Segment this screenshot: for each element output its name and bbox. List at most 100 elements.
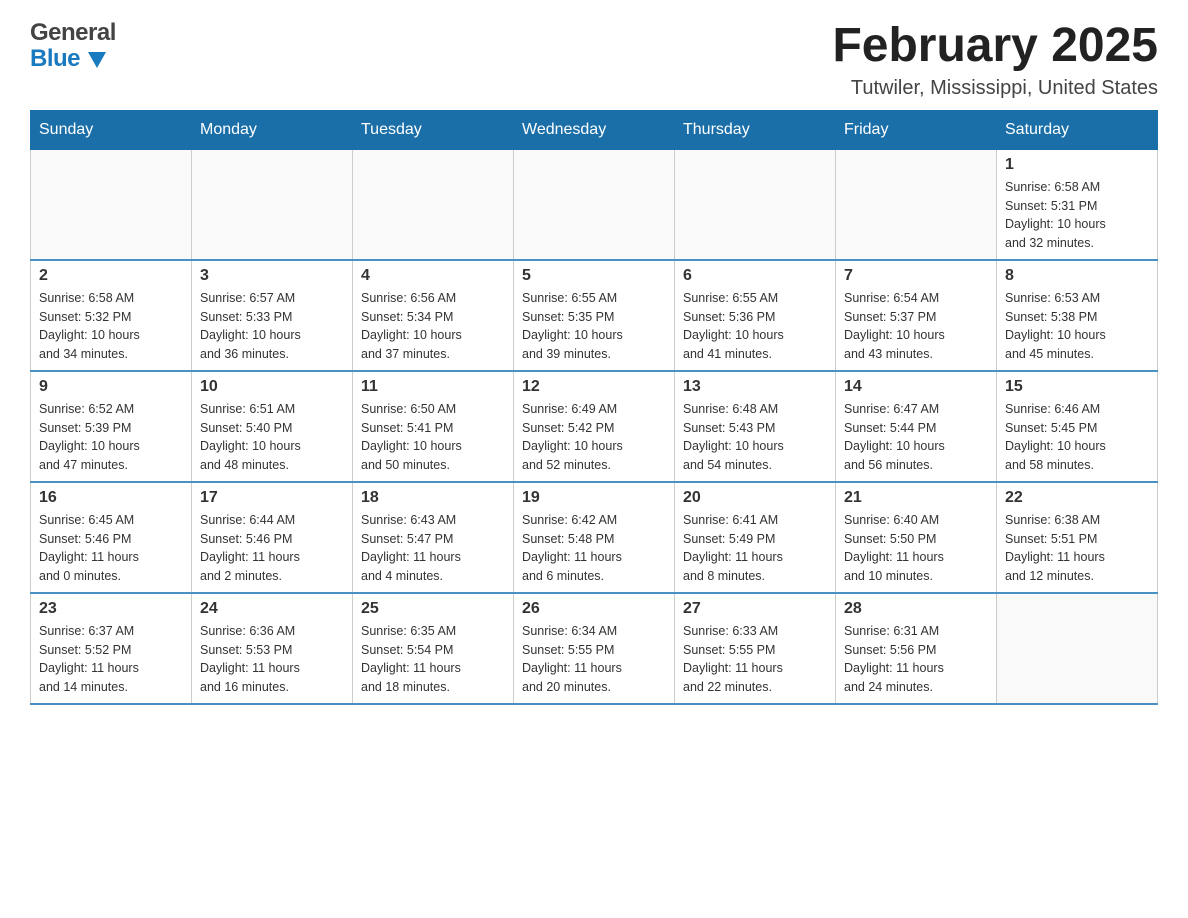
calendar-cell: 5Sunrise: 6:55 AM Sunset: 5:35 PM Daylig… (514, 260, 675, 371)
day-info: Sunrise: 6:58 AM Sunset: 5:31 PM Dayligh… (1005, 178, 1149, 253)
day-info: Sunrise: 6:37 AM Sunset: 5:52 PM Dayligh… (39, 622, 183, 697)
weekday-header-saturday: Saturday (997, 110, 1158, 149)
calendar-cell: 12 Sunrise: 6:49 AM Sunset: 5:42 PM Dayli… (514, 371, 675, 482)
weekday-header-wednesday: Wednesday (514, 110, 675, 149)
calendar-cell (997, 593, 1158, 704)
day-number: 25 (361, 600, 505, 618)
day-info: Sunrise: 6:31 AM Sunset: 5:56 PM Dayligh… (844, 622, 988, 697)
calendar-cell: 13Sunrise: 6:48 AM Sunset: 5:43 PM Dayli… (675, 371, 836, 482)
day-number: 22 (1005, 489, 1149, 507)
calendar-cell: 24 Sunrise: 6:36 AM Sunset: 5:53 PM Dayli… (192, 593, 353, 704)
calendar-cell: 27 Sunrise: 6:33 AM Sunset: 5:55 PM Dayli… (675, 593, 836, 704)
day-info: Sunrise: 6:38 AM Sunset: 5:51 PM Dayligh… (1005, 511, 1149, 586)
day-info: Sunrise: 6:57 AM Sunset: 5:33 PM Dayligh… (200, 289, 344, 364)
day-info: Sunrise: 6:47 AM Sunset: 5:44 PM Dayligh… (844, 400, 988, 475)
calendar-cell: 26Sunrise: 6:34 AM Sunset: 5:55 PM Dayli… (514, 593, 675, 704)
calendar-cell (836, 149, 997, 260)
calendar-cell: 19 Sunrise: 6:42 AM Sunset: 5:48 PM Dayli… (514, 482, 675, 593)
day-info: Sunrise: 6:43 AM Sunset: 5:47 PM Dayligh… (361, 511, 505, 586)
calendar-cell: 11 Sunrise: 6:50 AM Sunset: 5:41 PM Dayli… (353, 371, 514, 482)
calendar-cell: 18 Sunrise: 6:43 AM Sunset: 5:47 PM Dayli… (353, 482, 514, 593)
calendar-cell (31, 149, 192, 260)
day-number: 2 (39, 267, 183, 285)
day-number: 21 (844, 489, 988, 507)
calendar-week-1: 1Sunrise: 6:58 AM Sunset: 5:31 PM Daylig… (31, 149, 1158, 260)
weekday-header-thursday: Thursday (675, 110, 836, 149)
calendar-cell: 9 Sunrise: 6:52 AM Sunset: 5:39 PM Daylig… (31, 371, 192, 482)
calendar-cell: 23 Sunrise: 6:37 AM Sunset: 5:52 PM Dayli… (31, 593, 192, 704)
day-number: 27 (683, 600, 827, 618)
day-info: Sunrise: 6:55 AM Sunset: 5:35 PM Dayligh… (522, 289, 666, 364)
day-info: Sunrise: 6:44 AM Sunset: 5:46 PM Dayligh… (200, 511, 344, 586)
calendar-cell: 2 Sunrise: 6:58 AM Sunset: 5:32 PM Daylig… (31, 260, 192, 371)
day-number: 19 (522, 489, 666, 507)
day-number: 13 (683, 378, 827, 396)
day-number: 9 (39, 378, 183, 396)
day-info: Sunrise: 6:51 AM Sunset: 5:40 PM Dayligh… (200, 400, 344, 475)
day-number: 10 (200, 378, 344, 396)
day-info: Sunrise: 6:42 AM Sunset: 5:48 PM Dayligh… (522, 511, 666, 586)
calendar-cell: 3 Sunrise: 6:57 AM Sunset: 5:33 PM Daylig… (192, 260, 353, 371)
day-info: Sunrise: 6:45 AM Sunset: 5:46 PM Dayligh… (39, 511, 183, 586)
day-number: 11 (361, 378, 505, 396)
calendar-cell: 10 Sunrise: 6:51 AM Sunset: 5:40 PM Dayli… (192, 371, 353, 482)
calendar-cell: 25 Sunrise: 6:35 AM Sunset: 5:54 PM Dayli… (353, 593, 514, 704)
day-info: Sunrise: 6:56 AM Sunset: 5:34 PM Dayligh… (361, 289, 505, 364)
day-number: 15 (1005, 378, 1149, 396)
calendar-cell: 1Sunrise: 6:58 AM Sunset: 5:31 PM Daylig… (997, 149, 1158, 260)
day-number: 28 (844, 600, 988, 618)
day-info: Sunrise: 6:35 AM Sunset: 5:54 PM Dayligh… (361, 622, 505, 697)
day-info: Sunrise: 6:52 AM Sunset: 5:39 PM Dayligh… (39, 400, 183, 475)
calendar-cell: 17 Sunrise: 6:44 AM Sunset: 5:46 PM Dayli… (192, 482, 353, 593)
day-number: 3 (200, 267, 344, 285)
calendar-cell: 16 Sunrise: 6:45 AM Sunset: 5:46 PM Dayli… (31, 482, 192, 593)
calendar-header: SundayMondayTuesdayWednesdayThursdayFrid… (31, 110, 1158, 149)
day-number: 17 (200, 489, 344, 507)
day-info: Sunrise: 6:34 AM Sunset: 5:55 PM Dayligh… (522, 622, 666, 697)
calendar-cell (514, 149, 675, 260)
day-info: Sunrise: 6:36 AM Sunset: 5:53 PM Dayligh… (200, 622, 344, 697)
weekday-header-friday: Friday (836, 110, 997, 149)
calendar-week-3: 9 Sunrise: 6:52 AM Sunset: 5:39 PM Daylig… (31, 371, 1158, 482)
calendar-cell: 28 Sunrise: 6:31 AM Sunset: 5:56 PM Dayli… (836, 593, 997, 704)
day-number: 14 (844, 378, 988, 396)
day-number: 4 (361, 267, 505, 285)
day-number: 7 (844, 267, 988, 285)
calendar-week-5: 23 Sunrise: 6:37 AM Sunset: 5:52 PM Dayli… (31, 593, 1158, 704)
calendar-cell: 8 Sunrise: 6:53 AM Sunset: 5:38 PM Daylig… (997, 260, 1158, 371)
logo-triangle-icon (88, 52, 106, 68)
calendar-cell: 4 Sunrise: 6:56 AM Sunset: 5:34 PM Daylig… (353, 260, 514, 371)
weekday-header-row: SundayMondayTuesdayWednesdayThursdayFrid… (31, 110, 1158, 149)
day-number: 12 (522, 378, 666, 396)
title-block: February 2025 Tutwiler, Mississippi, Uni… (832, 20, 1158, 100)
day-number: 18 (361, 489, 505, 507)
calendar-table: SundayMondayTuesdayWednesdayThursdayFrid… (30, 110, 1158, 705)
calendar-cell: 15Sunrise: 6:46 AM Sunset: 5:45 PM Dayli… (997, 371, 1158, 482)
day-number: 16 (39, 489, 183, 507)
day-info: Sunrise: 6:33 AM Sunset: 5:55 PM Dayligh… (683, 622, 827, 697)
day-number: 24 (200, 600, 344, 618)
logo-general: General (30, 20, 116, 46)
day-info: Sunrise: 6:55 AM Sunset: 5:36 PM Dayligh… (683, 289, 827, 364)
day-info: Sunrise: 6:58 AM Sunset: 5:32 PM Dayligh… (39, 289, 183, 364)
calendar-cell: 22 Sunrise: 6:38 AM Sunset: 5:51 PM Dayli… (997, 482, 1158, 593)
weekday-header-sunday: Sunday (31, 110, 192, 149)
calendar-week-2: 2 Sunrise: 6:58 AM Sunset: 5:32 PM Daylig… (31, 260, 1158, 371)
calendar-cell (353, 149, 514, 260)
day-info: Sunrise: 6:49 AM Sunset: 5:42 PM Dayligh… (522, 400, 666, 475)
day-number: 23 (39, 600, 183, 618)
weekday-header-tuesday: Tuesday (353, 110, 514, 149)
calendar-cell: 14 Sunrise: 6:47 AM Sunset: 5:44 PM Dayli… (836, 371, 997, 482)
day-info: Sunrise: 6:54 AM Sunset: 5:37 PM Dayligh… (844, 289, 988, 364)
day-number: 8 (1005, 267, 1149, 285)
calendar-cell: 6Sunrise: 6:55 AM Sunset: 5:36 PM Daylig… (675, 260, 836, 371)
page-header: General Blue February 2025 Tutwiler, Mis… (30, 20, 1158, 100)
month-title: February 2025 (832, 20, 1158, 73)
calendar-cell (675, 149, 836, 260)
logo-blue: Blue (30, 46, 116, 72)
day-info: Sunrise: 6:53 AM Sunset: 5:38 PM Dayligh… (1005, 289, 1149, 364)
calendar-week-4: 16 Sunrise: 6:45 AM Sunset: 5:46 PM Dayli… (31, 482, 1158, 593)
day-info: Sunrise: 6:40 AM Sunset: 5:50 PM Dayligh… (844, 511, 988, 586)
calendar-cell: 21 Sunrise: 6:40 AM Sunset: 5:50 PM Dayli… (836, 482, 997, 593)
day-info: Sunrise: 6:50 AM Sunset: 5:41 PM Dayligh… (361, 400, 505, 475)
